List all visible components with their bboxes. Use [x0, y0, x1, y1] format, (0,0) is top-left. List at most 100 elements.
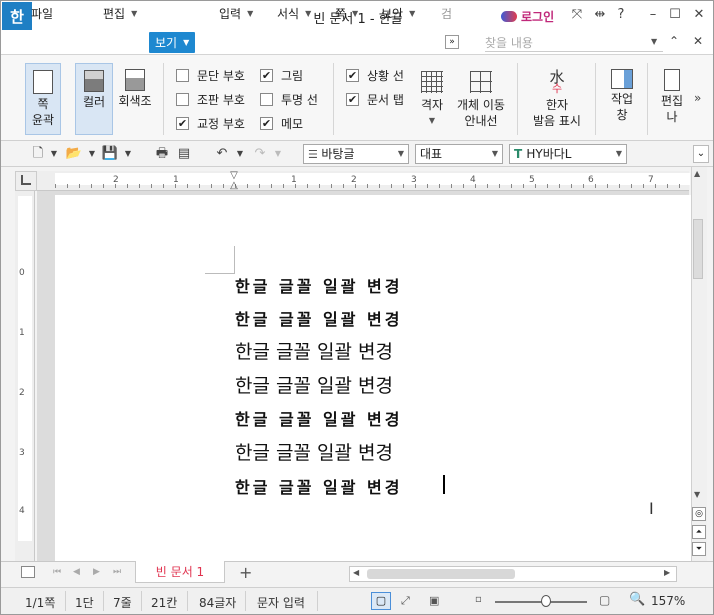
chevron-down-icon[interactable]: ▼ — [119, 145, 137, 163]
work-window-button[interactable]: 작업 창 — [603, 63, 641, 135]
check-proofread-mark[interactable]: ✔ 교정 부호 — [176, 114, 245, 132]
menu-format[interactable]: 서식 ▼ — [277, 4, 311, 22]
document-line[interactable]: 한글 글꼴 일괄 변경 — [235, 438, 393, 465]
document-line[interactable]: 한글 글꼴 일괄 변경 — [235, 474, 402, 498]
chevron-down-icon[interactable]: ▼ — [269, 145, 287, 163]
font-kind-select[interactable]: 대표 ▼ — [415, 144, 503, 164]
checkbox-checked-icon: ✔ — [176, 116, 189, 130]
menu-file[interactable]: 파일 — [31, 4, 53, 22]
previous-tab-icon[interactable]: ◀ — [73, 567, 80, 577]
search-dropdown-icon[interactable]: ▼ — [651, 37, 657, 46]
hanja-pronunciation-button[interactable]: 水 수 한자 발음 표시 — [527, 63, 587, 135]
redo-icon[interactable]: ↷ — [251, 145, 269, 163]
menu-view[interactable]: 보기 ▼ — [149, 32, 196, 53]
document-line[interactable]: 한글 글꼴 일괄 변경 — [235, 371, 393, 398]
menu-edit[interactable]: 편집 ▼ — [103, 4, 137, 22]
object-guide-icon — [470, 71, 492, 93]
edit-view-button[interactable]: 편집 나 — [655, 63, 689, 135]
zoom-slider-thumb[interactable] — [540, 595, 551, 607]
login-button[interactable]: 로그인 — [501, 7, 554, 25]
ribbon-separator — [595, 63, 596, 135]
style-select[interactable]: ☰ 바탕글 ▼ — [303, 144, 409, 164]
tab-list-icon[interactable] — [21, 566, 35, 578]
zoom-level[interactable]: 157% — [651, 594, 685, 608]
restore-layout-icon[interactable]: ⤧ — [569, 7, 585, 25]
check-status-line[interactable]: ✔ 상황 선 — [346, 66, 404, 84]
chevron-down-icon[interactable]: ▼ — [231, 145, 249, 163]
chevron-down-icon[interactable]: ▼ — [83, 145, 101, 163]
ruler-corner[interactable] — [15, 171, 37, 191]
check-picture[interactable]: ✔ 그림 — [260, 66, 303, 84]
previous-page-icon[interactable]: ⏶ — [692, 525, 706, 539]
ruler-label: 2 — [113, 175, 119, 185]
zoom-out-icon[interactable]: ▫ — [475, 594, 482, 605]
minimize-icon[interactable]: – — [645, 7, 661, 25]
color-view-button[interactable]: 컬러 — [75, 63, 113, 135]
open-folder-icon[interactable]: 📂 — [65, 145, 83, 163]
indent-marker-icon[interactable]: ▽ △ — [229, 171, 239, 191]
scroll-up-icon[interactable]: ▲ — [694, 169, 700, 178]
zoom-magnifier-icon[interactable]: 🔍 — [629, 592, 645, 607]
fit-page-icon[interactable]: ▣ — [429, 594, 439, 607]
check-paragraph-mark[interactable]: 문단 부호 — [176, 66, 245, 84]
print-icon[interactable]: 🖶 — [153, 145, 171, 163]
ribbon-separator — [517, 63, 518, 135]
object-guide-button[interactable]: 개체 이동 안내선 — [453, 63, 509, 135]
search-input[interactable]: 찾을 내용 — [485, 34, 663, 52]
text-caret — [443, 475, 445, 494]
scroll-down-icon[interactable]: ▼ — [694, 490, 700, 499]
document-line[interactable]: 한글 글꼴 일괄 변경 — [235, 406, 402, 430]
status-section[interactable]: 1단 — [75, 594, 94, 611]
menu-insert[interactable]: 입력 ▼ — [219, 4, 253, 22]
first-tab-icon[interactable]: ⏮ — [53, 567, 61, 577]
fit-width-icon[interactable]: ⤢ — [401, 594, 410, 608]
close-icon[interactable]: ✕ — [691, 7, 707, 25]
vertical-scroll-thumb[interactable] — [693, 219, 703, 279]
save-icon[interactable]: 💾 — [101, 145, 119, 163]
resize-icon[interactable]: ⇹ — [592, 7, 608, 25]
grid-button[interactable]: 격자 ▼ — [413, 63, 451, 135]
toolbar-more-icon[interactable]: ⌄ — [693, 145, 709, 163]
status-page[interactable]: 1/1쪽 — [25, 594, 55, 611]
maximize-icon[interactable]: ☐ — [667, 7, 683, 25]
text-cursor-icon: I — [649, 499, 654, 518]
more-menus-icon[interactable]: » — [445, 35, 459, 49]
undo-icon[interactable]: ↶ — [213, 145, 231, 163]
menu-review[interactable]: 검 — [441, 4, 452, 22]
menu-security[interactable]: 보안 ▼ — [381, 4, 415, 22]
hanja-label-2: 발음 표시 — [533, 114, 581, 128]
close-document-icon[interactable]: ✕ — [693, 34, 703, 48]
check-transparent-line[interactable]: 투명 선 — [260, 90, 318, 108]
horizontal-scroll-thumb[interactable] — [367, 569, 515, 579]
check-memo[interactable]: ✔ 메모 — [260, 114, 303, 132]
font-type-icon: T — [514, 147, 527, 161]
collapse-ribbon-icon[interactable]: ⌃ — [669, 34, 679, 48]
page-view-icon[interactable]: ▢ — [371, 592, 391, 610]
next-page-icon[interactable]: ⏷ — [692, 542, 706, 556]
zoom-in-icon[interactable]: ▢ — [599, 593, 610, 607]
page-outline-button[interactable]: 쪽 윤곽 — [25, 63, 61, 135]
ruler-label: 6 — [588, 175, 594, 185]
status-input-mode[interactable]: 문자 입력 — [257, 594, 305, 611]
document-line[interactable]: 한글 글꼴 일괄 변경 — [235, 273, 402, 297]
add-tab-button[interactable]: + — [239, 563, 252, 582]
document-line[interactable]: 한글 글꼴 일괄 변경 — [235, 337, 393, 364]
check-document-tab[interactable]: ✔ 문서 탭 — [346, 90, 404, 108]
font-select[interactable]: T HY바다L ▼ — [509, 144, 627, 164]
last-tab-icon[interactable]: ⏭ — [113, 567, 121, 577]
ribbon-more-icon[interactable]: » — [694, 91, 701, 105]
scroll-right-icon[interactable]: ▶ — [664, 568, 670, 577]
document-line[interactable]: 한글 글꼴 일괄 변경 — [235, 306, 402, 330]
print-preview-icon[interactable]: ▤ — [175, 145, 193, 163]
menu-page[interactable]: 쪽 ▼ — [335, 4, 358, 22]
grayscale-view-label: 회색조 — [118, 94, 152, 108]
check-format-mark[interactable]: 조판 부호 — [176, 90, 245, 108]
help-icon[interactable]: ? — [613, 7, 629, 25]
chevron-down-icon[interactable]: ▼ — [45, 145, 63, 163]
grayscale-view-button[interactable]: 회색조 — [115, 63, 155, 135]
document-tab[interactable]: 빈 문서 1 — [135, 561, 225, 583]
browse-object-icon[interactable]: ◎ — [692, 507, 706, 521]
checkbox-checked-icon: ✔ — [260, 68, 273, 82]
scroll-left-icon[interactable]: ◀ — [353, 568, 359, 577]
next-tab-icon[interactable]: ▶ — [93, 567, 100, 577]
